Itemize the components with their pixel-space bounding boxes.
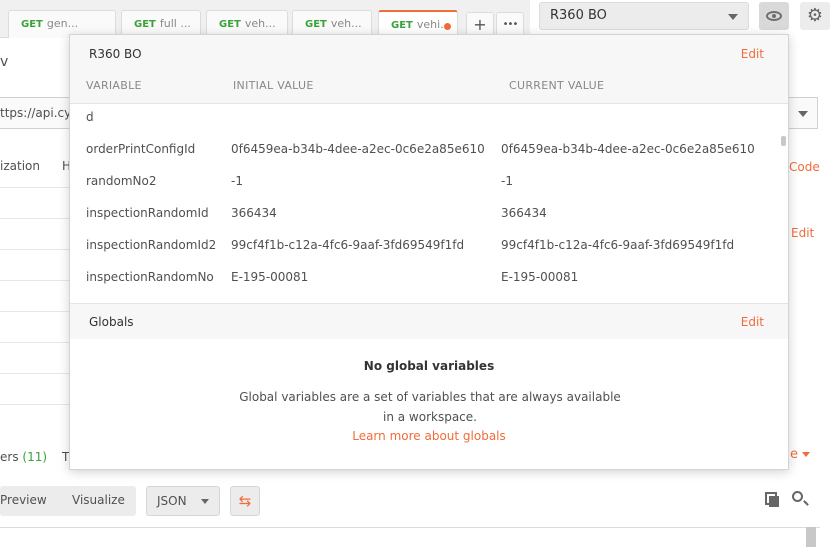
variable-current-value: -1 [501,174,513,188]
environment-selected-value: R360 BO [550,8,607,23]
tab-label: veh... [330,17,362,30]
eye-icon [766,11,782,21]
variables-scrollbar[interactable] [781,136,786,146]
variable-name: inspectionRandomId2 [86,238,217,252]
environment-header: R360 BO Edit VARIABLE INITIAL VALUE CURR… [70,35,788,103]
body-scrollbar[interactable] [806,527,816,547]
row-divider [0,311,70,312]
edit-environment-link[interactable]: Edit [741,47,764,61]
chevron-down-icon [798,111,808,117]
tab-label: veh... [244,17,276,30]
url-value: ttps://api.cyb [0,106,79,120]
variable-current-value: 0f6459ea-b34b-4dee-a2ec-0c6e2a85e610 [501,142,755,156]
unsaved-dot-icon [444,23,451,30]
table-row: d [70,104,788,133]
body-editor-border [0,527,820,528]
environment-select[interactable]: R360 BO [539,2,749,30]
tab-method: GET [305,19,327,30]
method-fragment: v [0,54,9,70]
gear-icon: ⚙ [806,5,824,26]
tab-label: gen... [46,17,79,30]
table-row: inspectionRandomId 366434 366434 [70,197,788,229]
column-header-variable: VARIABLE [86,79,142,92]
learn-more-globals-link[interactable]: Learn more about globals [70,429,788,443]
format-select[interactable]: JSON [146,486,220,516]
environment-title: R360 BO [89,47,142,61]
globals-empty-title: No global variables [363,359,495,373]
response-toolbar: Preview Visualize JSON ⇆ [0,478,839,528]
chevron-down-icon [802,452,811,457]
table-row: inspectionRandomId2 99cf4f1b-c12a-4fc6-9… [70,229,788,261]
variable-initial-value: 366434 [231,206,277,220]
save-response-label: e [790,447,798,462]
tab-method: GET [134,19,156,30]
request-tab-strip: GET gen... GET full ... GET veh... GET veh..… [0,0,530,38]
row-divider [0,187,70,188]
chevron-down-icon [201,499,209,504]
row-divider [0,373,70,374]
save-response-fragment[interactable]: e [790,447,811,462]
row-divider [0,280,70,281]
variable-initial-value: E-195-00081 [231,270,309,284]
chevron-down-icon [728,14,738,20]
preview-button[interactable]: Preview [0,493,47,507]
tab-label: full ... [159,17,191,30]
variable-name: inspectionRandomId [86,206,209,220]
column-header-current-value: CURRENT VALUE [509,79,605,92]
headers-count: (11) [22,450,48,464]
response-tab-headers[interactable]: ers (11) [0,450,47,464]
variable-current-value: 99cf4f1b-c12a-4fc6-9aaf-3fd69549f1fd [501,238,735,252]
tab-method: GET [219,19,241,30]
variable-name: orderPrintConfigId [86,142,196,156]
globals-header: Globals Edit [70,303,788,339]
url-input[interactable]: ttps://api.cyb [0,97,79,129]
variable-initial-value: 99cf4f1b-c12a-4fc6-9aaf-3fd69549f1fd [231,238,465,252]
tab-authorization[interactable]: ization [0,159,40,173]
format-value: JSON [157,494,187,508]
wrap-lines-button[interactable]: ⇆ [230,486,260,516]
table-row: randomNo2 -1 -1 [70,165,788,197]
environment-quick-look-popover: R360 BO Edit VARIABLE INITIAL VALUE CURR… [69,34,789,470]
wrap-lines-icon: ⇆ [238,492,252,510]
row-divider [0,249,70,250]
edit-globals-link[interactable]: Edit [741,315,764,329]
copy-icon[interactable] [765,492,779,507]
variable-name: inspectionRandomNo [86,270,214,284]
variable-name: d [86,110,94,124]
code-link[interactable]: Code [789,160,820,174]
globals-empty-description: Global variables are a set of variables … [239,390,621,424]
row-divider [0,404,70,405]
variable-name: randomNo2 [86,174,157,188]
globals-title: Globals [89,315,134,329]
manage-environments-button[interactable]: ⚙ [800,2,830,30]
environment-quick-look-button[interactable] [759,2,789,30]
search-icon[interactable] [792,491,803,502]
headers-label: ers [0,450,19,464]
variable-current-value: 366434 [501,206,547,220]
variable-initial-value: 0f6459ea-b34b-4dee-a2ec-0c6e2a85e610 [231,142,485,156]
visualize-button[interactable]: Visualize [72,493,125,507]
send-options-dropdown[interactable] [788,97,818,129]
table-row: inspectionRandomNo E-195-00081 E-195-000… [70,261,788,293]
variable-initial-value: -1 [231,174,243,188]
variable-current-value: E-195-00081 [501,270,579,284]
row-divider [0,342,70,343]
tab-method: GET [391,20,413,31]
table-row: orderPrintConfigId 0f6459ea-b34b-4dee-a2… [70,133,788,165]
view-mode-segment: Preview Visualize [0,486,136,516]
row-divider [0,218,70,219]
tab-method: GET [21,19,43,30]
edit-link[interactable]: Edit [791,226,814,240]
column-header-initial-value: INITIAL VALUE [233,79,314,92]
variables-table: d orderPrintConfigId 0f6459ea-b34b-4dee-… [70,104,788,302]
